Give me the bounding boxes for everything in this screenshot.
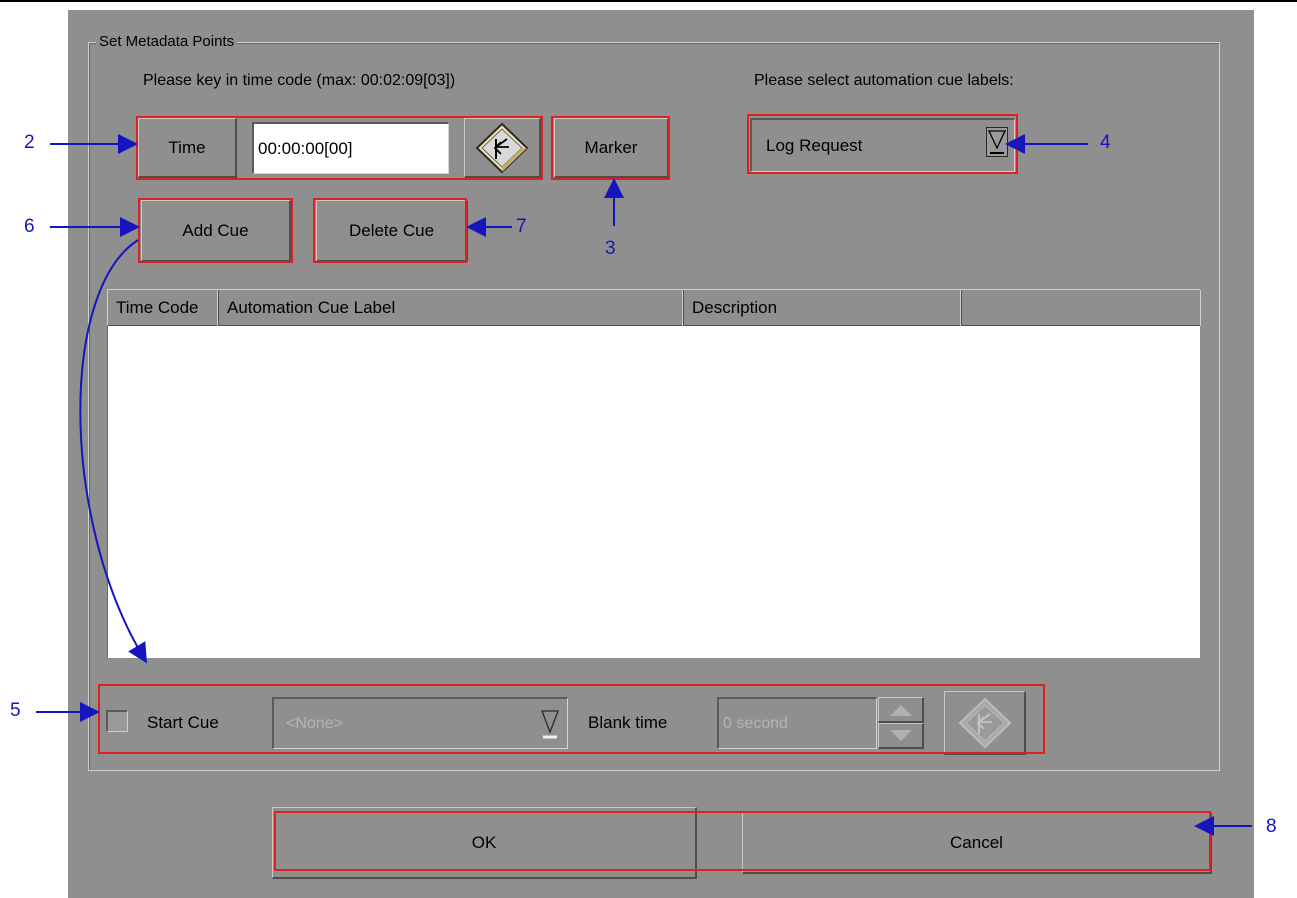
annotation-3: 3 bbox=[605, 238, 616, 259]
annotation-8: 8 bbox=[1266, 816, 1277, 837]
annotation-5: 5 bbox=[10, 700, 21, 721]
annotation-7: 7 bbox=[516, 216, 527, 237]
annotation-6: 6 bbox=[24, 216, 35, 237]
annotation-4: 4 bbox=[1100, 132, 1111, 153]
annotation-2: 2 bbox=[24, 132, 35, 153]
